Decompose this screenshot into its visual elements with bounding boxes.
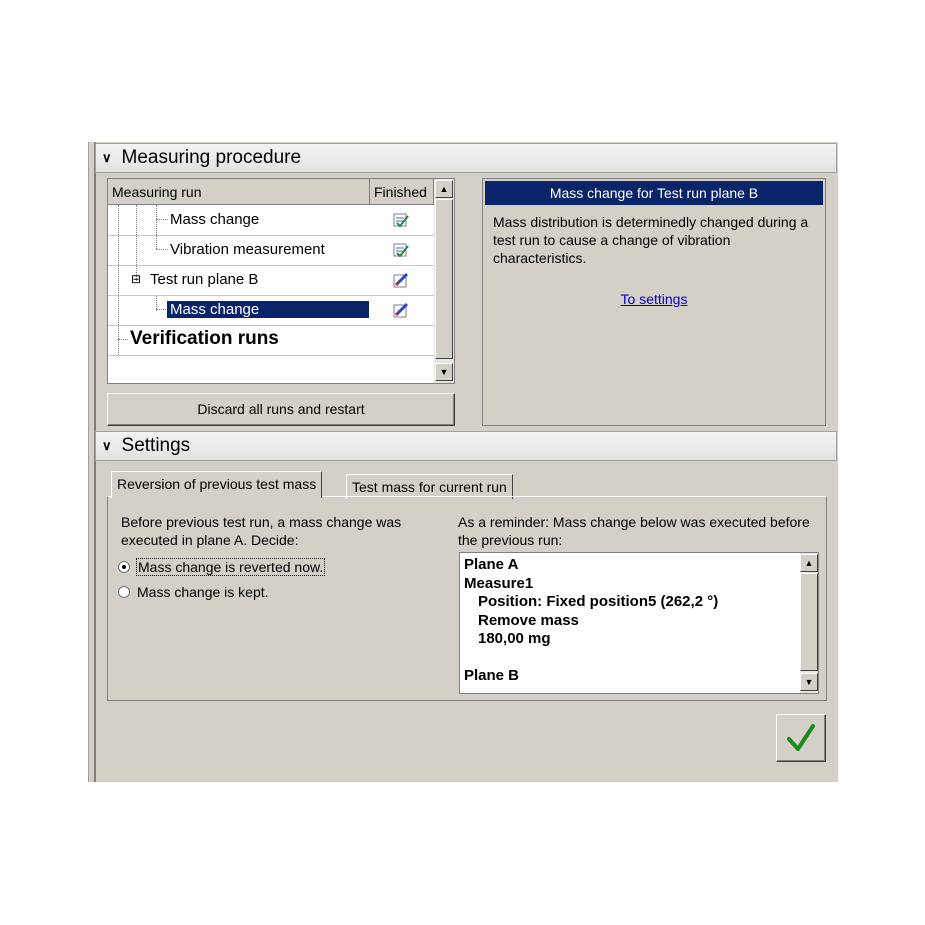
radio-option-kept[interactable]: Mass change is kept. — [118, 584, 269, 600]
reminder-text: As a reminder: Mass change below was exe… — [458, 514, 810, 548]
settings-header[interactable]: ∨ Settings — [95, 431, 837, 461]
memo-line: Plane A — [464, 556, 519, 573]
radio-label: Mass change is reverted now. — [136, 558, 326, 576]
tree-row-label: Mass change — [170, 211, 260, 228]
pencil-edit-icon — [392, 271, 410, 289]
tree-connector — [156, 219, 168, 220]
settings-title: Settings — [121, 435, 191, 456]
collapse-chevron-icon: ∨ — [102, 438, 112, 453]
measuring-procedure-title: Measuring procedure — [121, 147, 302, 168]
tree-row-label: Verification runs — [130, 328, 279, 349]
to-settings-link[interactable]: To settings — [483, 291, 825, 307]
scroll-down-icon[interactable]: ▼ — [435, 363, 453, 381]
radio-option-reverted[interactable]: Mass change is reverted now. — [118, 558, 326, 576]
memo-line: Measure1 — [464, 574, 534, 592]
discard-runs-button[interactable]: Discard all runs and restart — [107, 393, 455, 426]
tree-header: Measuring run Finished — [108, 179, 434, 205]
pencil-edit-icon — [392, 301, 410, 319]
tree-connector — [118, 339, 128, 340]
tree-row-group[interactable]: Verification runs — [108, 325, 434, 356]
memo-line: Plane B — [464, 667, 520, 684]
memo-line — [464, 649, 794, 668]
tree-connector — [156, 249, 168, 250]
info-title: Mass change for Test run plane B — [485, 181, 823, 205]
memo-line: 180,00 mg — [478, 630, 551, 647]
tree-row[interactable]: Mass change — [108, 205, 434, 236]
to-settings-link-text[interactable]: To settings — [621, 291, 688, 307]
scroll-down-icon[interactable]: ▼ — [800, 673, 818, 691]
column-measuring-run[interactable]: Measuring run — [108, 179, 370, 205]
radio-label: Mass change is kept. — [137, 584, 269, 600]
radio-button-checked[interactable] — [118, 561, 130, 573]
tree-row[interactable]: Vibration measurement — [108, 235, 434, 266]
info-description: Mass distribution is determinedly change… — [493, 214, 809, 266]
measuring-run-tree[interactable]: Measuring run Finished Mass change Vibra… — [107, 178, 455, 384]
column-finished[interactable]: Finished — [370, 179, 434, 205]
previous-mass-change-memo[interactable]: Plane A Measure1 Position: Fixed positio… — [459, 552, 819, 694]
confirm-button[interactable] — [776, 714, 826, 762]
checklist-done-icon — [392, 241, 410, 259]
scroll-thumb[interactable] — [435, 199, 453, 359]
tree-expander-icon[interactable]: ⊟ — [131, 273, 141, 285]
memo-line: Remove mass — [478, 611, 579, 629]
collapse-chevron-icon: ∨ — [102, 150, 112, 165]
tree-row[interactable]: ⊟ Test run plane B — [108, 265, 434, 296]
memo-content: Plane A Measure1 Position: Fixed positio… — [464, 556, 794, 686]
scroll-up-icon[interactable]: ▲ — [800, 554, 818, 572]
radio-button[interactable] — [118, 586, 130, 598]
memo-line: Position: Fixed position5 (262,2 °) — [478, 593, 719, 610]
tree-row-label: Mass change — [167, 301, 369, 318]
tree-row-label: Vibration measurement — [170, 241, 325, 258]
scroll-up-icon[interactable]: ▲ — [435, 180, 453, 198]
checklist-done-icon — [392, 211, 410, 229]
decision-prompt: Before previous test run, a mass change … — [121, 514, 402, 548]
tree-row-label: Test run plane B — [150, 271, 259, 288]
tree-scrollbar[interactable]: ▲ ▼ — [434, 179, 454, 383]
measuring-procedure-header[interactable]: ∨ Measuring procedure — [95, 143, 837, 173]
scroll-thumb[interactable] — [800, 573, 818, 671]
tab-reversion[interactable]: Reversion of previous test mass — [111, 471, 323, 498]
tree-connector — [156, 235, 157, 249]
window-divider — [94, 142, 96, 782]
info-panel: Mass change for Test run plane B Mass di… — [482, 178, 826, 426]
memo-scrollbar[interactable]: ▲ ▼ — [800, 553, 818, 693]
tree-row-selected[interactable]: Mass change — [108, 295, 434, 326]
checkmark-icon — [777, 724, 825, 764]
